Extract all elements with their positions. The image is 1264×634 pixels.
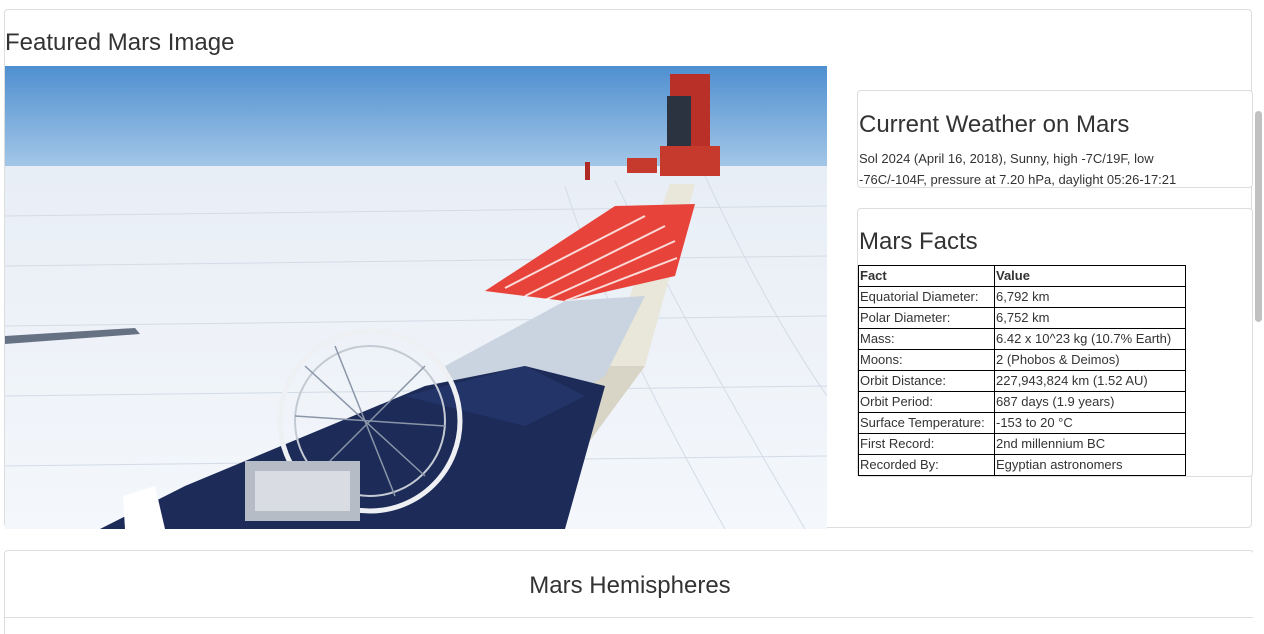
fact-value: 687 days (1.9 years) (994, 391, 1186, 413)
fact-value: 227,943,824 km (1.52 AU) (994, 370, 1186, 392)
fact-value: 2nd millennium BC (994, 433, 1186, 455)
fact-label: Equatorial Diameter: (858, 286, 995, 308)
table-row: First Record: 2nd millennium BC (858, 433, 1186, 455)
facts-header-value: Value (994, 265, 1186, 287)
weather-card: Current Weather on Mars Sol 2024 (April … (857, 90, 1253, 188)
table-row: Surface Temperature: -153 to 20 °C (858, 412, 1186, 434)
table-row: Orbit Period: 687 days (1.9 years) (858, 391, 1186, 413)
table-row: Orbit Distance: 227,943,824 km (1.52 AU) (858, 370, 1186, 392)
weather-report: Sol 2024 (April 16, 2018), Sunny, high -… (859, 151, 1177, 187)
featured-image-title: Featured Mars Image (5, 29, 235, 56)
facts-header-fact: Fact (858, 265, 995, 287)
fact-label: First Record: (858, 433, 995, 455)
fact-value: 6,752 km (994, 307, 1186, 329)
table-row: Moons: 2 (Phobos & Deimos) (858, 349, 1186, 371)
hemispheres-panel: Mars Hemispheres (4, 550, 1254, 634)
table-row: Recorded By: Egyptian astronomers (858, 454, 1186, 476)
fact-label: Surface Temperature: (858, 412, 995, 434)
facts-title: Mars Facts (859, 228, 978, 255)
hemispheres-title: Mars Hemispheres (529, 572, 731, 599)
fact-label: Polar Diameter: (858, 307, 995, 329)
facts-header-row: Fact Value (858, 265, 1186, 287)
fact-value: 6,792 km (994, 286, 1186, 308)
fact-label: Mass: (858, 328, 995, 350)
featured-mars-image[interactable] (5, 66, 827, 529)
divider (5, 617, 1253, 618)
fact-value: 2 (Phobos & Deimos) (994, 349, 1186, 371)
weather-title: Current Weather on Mars (859, 111, 1130, 138)
fact-value: -153 to 20 °C (994, 412, 1186, 434)
scrollbar-thumb[interactable] (1255, 111, 1262, 322)
table-row: Equatorial Diameter: 6,792 km (858, 286, 1186, 308)
fact-label: Orbit Distance: (858, 370, 995, 392)
fact-label: Moons: (858, 349, 995, 371)
facts-table: Fact Value Equatorial Diameter: 6,792 km … (858, 265, 1186, 476)
fact-label: Orbit Period: (858, 391, 995, 413)
fact-value: 6.42 x 10^23 kg (10.7% Earth) (994, 328, 1186, 350)
vertical-scrollbar[interactable] (1253, 0, 1264, 634)
fact-value: Egyptian astronomers (994, 454, 1186, 476)
facts-card: Mars Facts Fact Value Equatorial Diamete… (857, 208, 1253, 477)
table-row: Mass: 6.42 x 10^23 kg (10.7% Earth) (858, 328, 1186, 350)
table-row: Polar Diameter: 6,752 km (858, 307, 1186, 329)
fact-label: Recorded By: (858, 454, 995, 476)
